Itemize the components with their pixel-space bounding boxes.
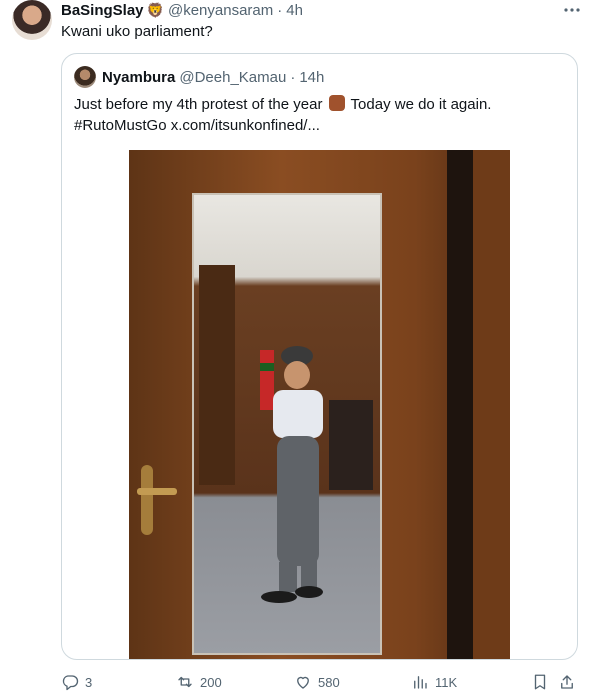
quoted-text-part1: Just before my 4th protest of the year (74, 96, 323, 113)
quoted-text-part2: Today we do it again. (346, 96, 492, 113)
url-link[interactable]: x.com/itsunkonfined/... (171, 117, 320, 134)
author-handle[interactable]: @kenyansaram (168, 2, 273, 19)
reply-button[interactable]: 3 (61, 670, 92, 694)
quoted-separator: · (290, 68, 296, 86)
bookmark-icon (534, 674, 546, 690)
bookmark-button[interactable] (531, 670, 555, 694)
views-count: 11K (435, 674, 458, 690)
like-count: 580 (318, 674, 340, 690)
mirror-selfie-image (129, 150, 510, 659)
tweet-actions: 3 200 580 11K (61, 670, 586, 694)
quoted-photo[interactable] (129, 150, 510, 659)
repost-button[interactable]: 200 (176, 670, 222, 694)
fist-emoji-icon (328, 95, 345, 111)
share-icon (561, 675, 573, 689)
views-icon (414, 676, 427, 689)
quoted-author-handle[interactable]: @Deeh_Kamau (179, 69, 286, 86)
quoted-text: Just before my 4th protest of the year T… (74, 94, 564, 136)
lion-emoji-icon: 🦁 (146, 2, 164, 18)
avatar[interactable] (12, 0, 52, 40)
reply-icon (62, 675, 79, 691)
repost-icon (178, 676, 192, 688)
quoted-tweet[interactable]: Nyambura @Deeh_Kamau · 14h Just before m… (61, 53, 578, 660)
hashtag-link[interactable]: #RutoMustGo (74, 117, 167, 134)
quoted-header: Nyambura @Deeh_Kamau · 14h (74, 66, 324, 88)
like-icon (297, 676, 309, 689)
repost-count: 200 (200, 674, 222, 690)
more-icon[interactable] (563, 0, 581, 14)
tweet-text: Kwani uko parliament? (61, 23, 213, 40)
author-name[interactable]: BaSingSlay (61, 2, 144, 19)
share-button[interactable] (558, 670, 582, 694)
quoted-author-name[interactable]: Nyambura (102, 69, 175, 86)
reply-count: 3 (85, 674, 93, 690)
timestamp[interactable]: 4h (286, 2, 303, 19)
views-button[interactable]: 11K (411, 670, 457, 694)
quoted-timestamp[interactable]: 14h (299, 69, 324, 86)
separator: · (277, 1, 283, 19)
quoted-avatar[interactable] (74, 66, 96, 88)
like-button[interactable]: 580 (294, 670, 340, 694)
tweet-header: BaSingSlay 🦁 @kenyansaram · 4h (61, 0, 303, 20)
